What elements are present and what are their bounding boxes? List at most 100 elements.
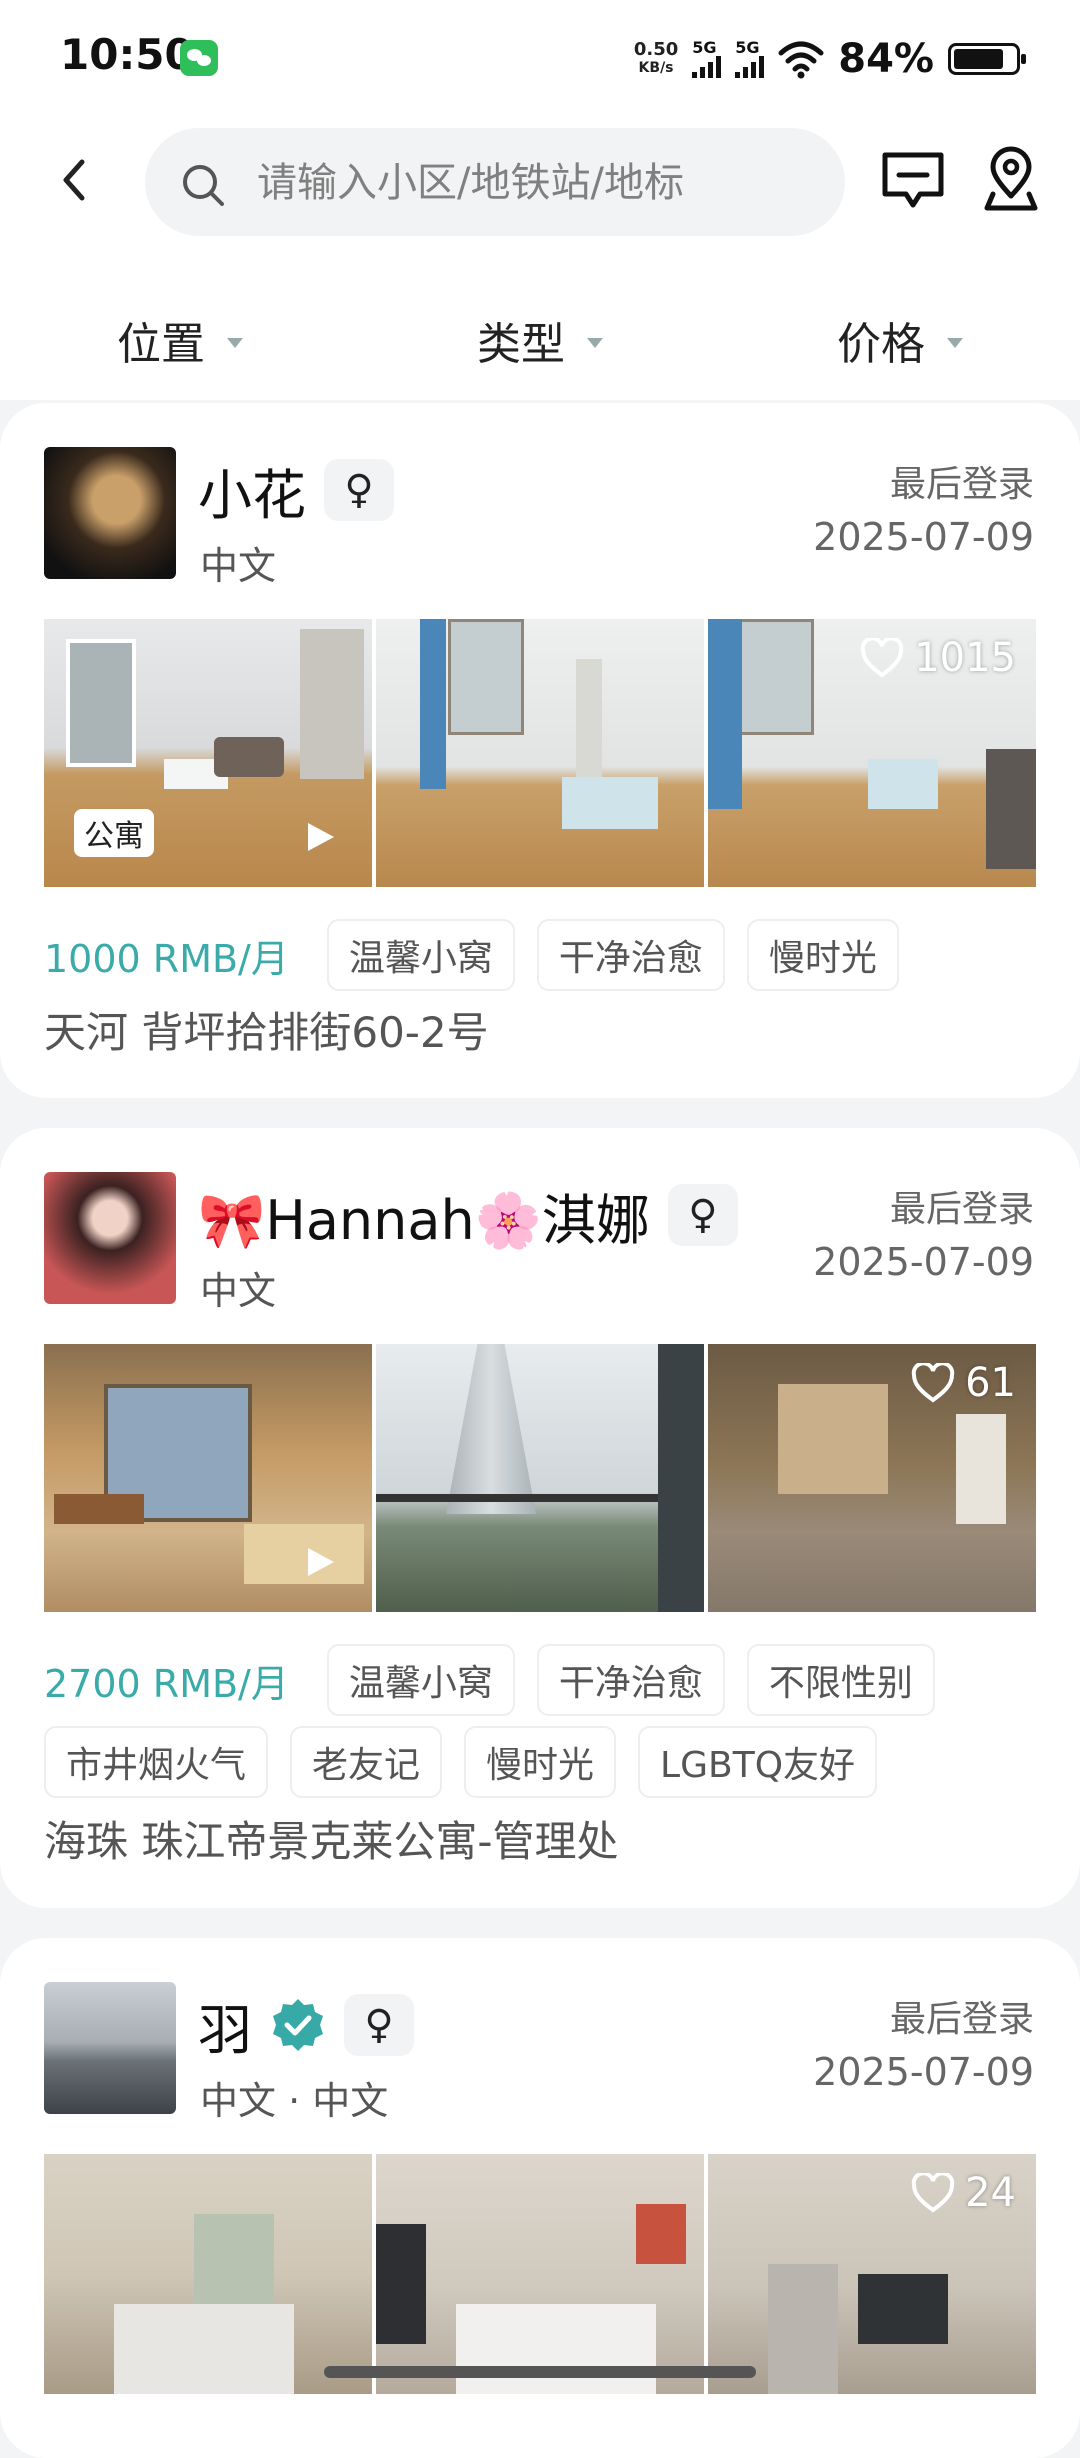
last-login-date: 2025-07-09 — [813, 2050, 1034, 2094]
tag-chip: 干净治愈 — [536, 1644, 725, 1716]
tag-chip: 干净治愈 — [536, 919, 725, 991]
status-time: 10:50 — [60, 30, 194, 79]
tag-chip: 慢时光 — [464, 1726, 617, 1798]
dropdown-arrow-icon — [587, 338, 603, 348]
tag-chip: 老友记 — [290, 1726, 443, 1798]
heart-icon — [861, 638, 904, 678]
filter-location[interactable]: 位置 — [0, 290, 360, 390]
search-box[interactable] — [145, 128, 845, 236]
avatar[interactable] — [44, 447, 176, 579]
photo-strip[interactable]: 61 — [44, 1344, 1036, 1612]
user-name: 🎀Hannah🌸淇娜 — [198, 1188, 650, 1252]
search-icon — [183, 165, 224, 206]
last-login-date: 2025-07-09 — [813, 1240, 1034, 1284]
listing-photo[interactable] — [44, 2154, 372, 2394]
avatar[interactable] — [44, 1982, 176, 2114]
status-bar: 10:50 0.50 KB/s 5G 5G 84% — [0, 0, 1080, 120]
listing-photo[interactable] — [376, 619, 704, 887]
like-counter[interactable]: 61 — [911, 1360, 1016, 1406]
home-indicator[interactable] — [324, 2366, 756, 2378]
price-text: 2700 RMB/月 — [44, 1661, 289, 1706]
like-count: 61 — [965, 1360, 1016, 1406]
address-text: 天河 背坪拾排街60-2号 — [44, 1008, 489, 1057]
back-arrow-icon[interactable] — [50, 150, 100, 210]
message-icon[interactable] — [880, 150, 946, 212]
name-row: 🎀Hannah🌸淇娜 ♀ — [198, 1180, 738, 1252]
listing-photo[interactable]: 1015 — [708, 619, 1036, 887]
speed-unit: KB/s — [638, 60, 674, 76]
filter-type[interactable]: 类型 — [360, 290, 720, 390]
language-text: 中文 — [200, 1269, 277, 1313]
speed-value: 0.50 — [633, 39, 679, 60]
listing-photo[interactable] — [376, 1344, 704, 1612]
user-name: 羽 — [198, 1998, 252, 2062]
listing-photo[interactable]: 24 — [708, 2154, 1036, 2394]
name-row: 羽 ♀ — [198, 1990, 414, 2062]
map-location-icon[interactable] — [978, 146, 1044, 212]
network-speed: 0.50 KB/s — [634, 41, 678, 77]
avatar[interactable] — [44, 1172, 176, 1304]
photo-strip[interactable]: 公寓 1015 — [44, 619, 1036, 887]
listing-card[interactable]: 小花 ♀ 中文 最后登录 2025-07-09 公寓 1015 1000 RMB… — [0, 403, 1080, 1098]
listing-photo[interactable]: 61 — [708, 1344, 1036, 1612]
female-icon: ♀ — [667, 1184, 738, 1246]
last-login-label: 最后登录 — [889, 464, 1034, 505]
net1-label: 5G — [692, 38, 717, 57]
wifi-icon — [778, 41, 824, 79]
tag-chip: 温馨小窝 — [326, 919, 515, 991]
listing-card[interactable]: 🎀Hannah🌸淇娜 ♀ 中文 最后登录 2025-07-09 61 2700 … — [0, 1128, 1080, 1908]
listing-photo[interactable] — [44, 1344, 372, 1612]
top-header: 位置 类型 价格 — [0, 120, 1080, 400]
net2-label: 5G — [735, 38, 760, 57]
signal-bars-icon — [692, 56, 722, 78]
heart-icon — [911, 1363, 955, 1403]
like-counter[interactable]: 1015 — [860, 635, 1016, 681]
battery-fill — [954, 49, 1004, 69]
signal-5g-2: 5G — [735, 38, 765, 78]
dropdown-arrow-icon — [227, 338, 243, 348]
like-count: 24 — [965, 2170, 1016, 2216]
play-icon[interactable] — [306, 1546, 336, 1578]
photo-strip[interactable]: 24 — [44, 2154, 1036, 2394]
like-counter[interactable]: 24 — [911, 2170, 1016, 2216]
listing-photo[interactable]: 公寓 — [44, 619, 372, 887]
female-icon: ♀ — [324, 459, 394, 521]
last-login-label: 最后登录 — [889, 1999, 1034, 2040]
battery-icon — [948, 43, 1026, 75]
tags-row: 2700 RMB/月 温馨小窝 干净治愈 不限性别 — [44, 1644, 935, 1716]
name-row: 小花 ♀ — [198, 455, 394, 527]
battery-percent: 84% — [838, 36, 934, 82]
signal-bars-icon — [735, 56, 765, 78]
listing-photo[interactable] — [376, 2154, 704, 2394]
tag-chip: 慢时光 — [746, 919, 899, 991]
search-input[interactable] — [255, 152, 819, 214]
tag-chip: 温馨小窝 — [326, 1644, 515, 1716]
dropdown-arrow-icon — [947, 338, 963, 348]
last-login-date: 2025-07-09 — [813, 515, 1034, 559]
filter-bar: 位置 类型 价格 — [0, 290, 1080, 390]
play-icon[interactable] — [306, 821, 336, 853]
wechat-icon — [180, 40, 218, 76]
tags-row: 市井烟火气 老友记 慢时光 LGBTQ友好 — [44, 1726, 878, 1798]
last-login-label: 最后登录 — [889, 1189, 1034, 1230]
tags-row: 1000 RMB/月 温馨小窝 干净治愈 慢时光 — [44, 919, 899, 991]
address-text: 海珠 珠江帝景克莱公寓-管理处 — [44, 1817, 619, 1866]
filter-price-label: 价格 — [837, 319, 925, 370]
price-text: 1000 RMB/月 — [44, 936, 289, 981]
status-icons: 0.50 KB/s 5G 5G 84% — [634, 34, 1026, 84]
verified-icon — [273, 1999, 323, 2051]
filter-location-label: 位置 — [117, 319, 205, 370]
tag-chip: 市井烟火气 — [44, 1726, 269, 1798]
language-text: 中文 — [200, 544, 277, 588]
heart-icon — [911, 2173, 955, 2213]
filter-type-label: 类型 — [477, 319, 565, 370]
filter-price[interactable]: 价格 — [720, 290, 1080, 390]
tag-chip: LGBTQ友好 — [638, 1726, 878, 1798]
female-icon: ♀ — [344, 1994, 414, 2056]
type-badge: 公寓 — [74, 809, 154, 857]
user-name: 小花 — [198, 463, 306, 527]
tag-chip: 不限性别 — [746, 1644, 935, 1716]
listing-card[interactable]: 羽 ♀ 中文 · 中文 最后登录 2025-07-09 24 — [0, 1938, 1080, 2458]
like-count: 1015 — [914, 635, 1016, 681]
signal-5g-1: 5G — [692, 38, 722, 78]
